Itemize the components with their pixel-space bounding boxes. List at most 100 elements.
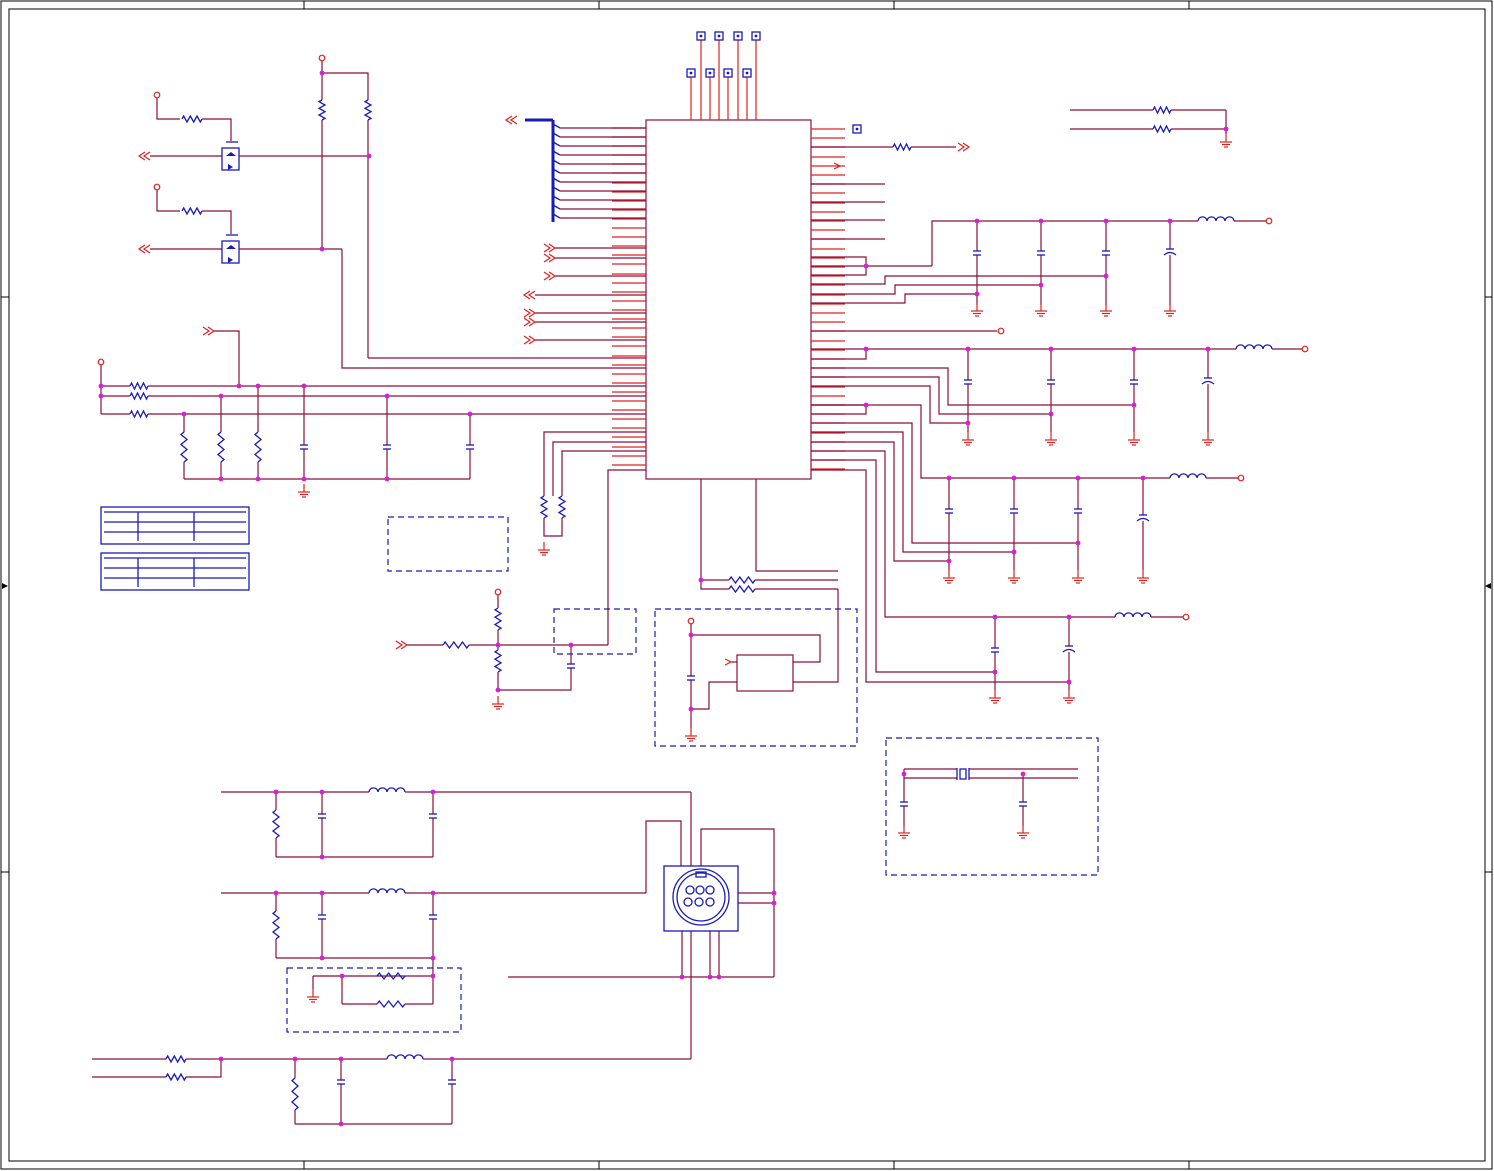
inductor: [1114, 612, 1152, 618]
mosfet: [228, 257, 233, 263]
junction: [974, 291, 980, 297]
resistor: [728, 575, 756, 585]
signal-port: [137, 151, 151, 161]
junction: [1048, 411, 1054, 417]
signal-port: [504, 115, 518, 125]
junction: [1066, 679, 1072, 685]
wire: [202, 210, 232, 234]
signal-port: [543, 271, 557, 281]
title-table-2: [100, 552, 250, 591]
signal-port: [395, 640, 409, 650]
components: [97, 31, 1309, 1111]
junction: [449, 1056, 455, 1062]
mosfet: [226, 152, 236, 156]
resistor: [1152, 124, 1172, 134]
title-table-1: [100, 506, 250, 545]
inductor: [1197, 216, 1235, 222]
junction: [319, 854, 325, 860]
junction: [319, 955, 325, 961]
junction: [339, 973, 345, 979]
junction: [338, 1056, 344, 1062]
junction: [1223, 126, 1229, 132]
junction: [273, 789, 279, 795]
resistor: [129, 381, 149, 391]
junction: [384, 476, 390, 482]
junction: [98, 383, 104, 389]
junction: [1066, 614, 1072, 620]
wire: [552, 441, 646, 496]
junction: [338, 1121, 344, 1127]
wire: [811, 450, 1115, 618]
power-port: [97, 358, 105, 366]
junction: [218, 393, 224, 399]
regulator-chip: [736, 654, 794, 692]
resistor: [216, 431, 226, 463]
junction: [1075, 475, 1081, 481]
junction: [863, 263, 869, 269]
test-point: [699, 34, 703, 38]
junction: [319, 70, 325, 76]
signal-port: [202, 326, 216, 336]
resistor: [317, 99, 327, 121]
wire: [811, 275, 1106, 285]
junction: [771, 900, 777, 906]
power-port: [1265, 217, 1273, 225]
resistor: [363, 99, 373, 121]
resistor: [165, 1054, 187, 1064]
wire: [691, 681, 737, 710]
test-point: [717, 34, 721, 38]
signal-port: [523, 317, 537, 327]
junction: [1167, 218, 1173, 224]
inductor: [368, 888, 406, 894]
wire: [691, 634, 821, 663]
resistor: [271, 910, 281, 940]
mosfet: [226, 245, 236, 249]
resistor: [376, 999, 406, 1009]
wire: [738, 892, 775, 977]
junction: [1038, 218, 1044, 224]
junction: [495, 642, 501, 648]
dashed-region-2: [553, 608, 637, 655]
power-port: [153, 183, 161, 191]
resistor: [129, 409, 149, 419]
wire: [811, 404, 867, 415]
junction: [1075, 540, 1081, 546]
resistor: [442, 640, 470, 650]
wire: [931, 220, 1198, 266]
signal-port: [543, 253, 557, 263]
schematic-drawing: [0, 0, 1493, 1170]
data-bus: [525, 118, 555, 222]
signal-port: [137, 244, 151, 254]
resistor: [181, 206, 203, 216]
junction: [1048, 346, 1054, 352]
junctions: [98, 70, 1229, 1127]
junction: [1131, 402, 1137, 408]
power-port: [1301, 345, 1309, 353]
junction: [1038, 282, 1044, 288]
crystal-oscillator: [885, 737, 1099, 876]
junction: [974, 218, 980, 224]
main-ic: [645, 119, 812, 480]
junction: [181, 411, 187, 417]
resistor: [539, 495, 549, 519]
junction: [1011, 549, 1017, 555]
signal-port: [523, 308, 537, 318]
junction: [946, 475, 952, 481]
resistor: [376, 971, 406, 981]
resistor: [129, 391, 149, 401]
top-test-points: [690, 40, 757, 120]
mini-din-connector: [663, 865, 739, 932]
sheet-frame: [0, 0, 1493, 1170]
junction: [384, 393, 390, 399]
power-port: [1182, 613, 1190, 621]
resistor: [291, 1077, 299, 1111]
schematic-canvas: [0, 0, 1494, 1171]
resistor: [165, 1072, 187, 1082]
junction: [771, 890, 777, 896]
junction: [236, 383, 242, 389]
junction: [946, 558, 952, 564]
resistor: [181, 114, 203, 124]
test-point: [745, 71, 749, 75]
junction: [430, 789, 436, 795]
inductor: [1235, 344, 1273, 350]
